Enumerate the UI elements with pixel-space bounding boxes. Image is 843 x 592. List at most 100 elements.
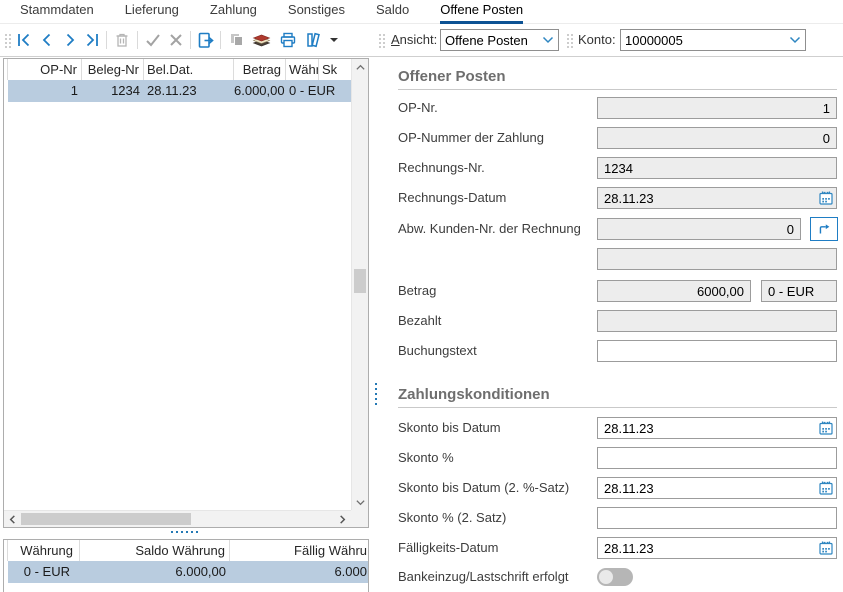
rechnungs-nr-field[interactable] <box>597 157 837 179</box>
konto-combobox[interactable]: 10000005 <box>620 29 806 51</box>
bankeinzug-toggle[interactable] <box>597 568 633 586</box>
vertical-scrollbar[interactable] <box>351 59 368 511</box>
splitter-dot <box>171 531 173 533</box>
chevron-right-icon <box>337 514 348 525</box>
skonto-prozent-2-field[interactable] <box>597 507 837 529</box>
cell-beleg-nr: 1234 <box>82 80 144 102</box>
nav-prev-button[interactable] <box>36 29 58 51</box>
ansicht-combobox[interactable]: Offene Posten <box>440 29 559 51</box>
horizontal-scroll-thumb[interactable] <box>21 513 191 525</box>
section-title-zahlungskonditionen: Zahlungskonditionen <box>398 386 550 403</box>
vertical-scroll-thumb[interactable] <box>354 269 366 293</box>
chevron-down-icon <box>542 36 554 44</box>
horizontal-splitter[interactable] <box>171 531 198 533</box>
nav-last-button[interactable] <box>81 29 103 51</box>
rebook-icon <box>197 31 216 50</box>
column-header-betrag[interactable]: Betrag <box>234 59 286 80</box>
column-header-saldo-waehrung[interactable]: Saldo Währung <box>80 540 230 561</box>
tab-stammdaten[interactable]: Stammdaten <box>20 0 94 24</box>
saldo-header-row: Währung Saldo Währung Fällig Währu <box>4 540 368 561</box>
abw-kunden-name-field[interactable] <box>597 248 837 270</box>
toolbar-grip[interactable] <box>4 33 12 48</box>
splitter-dot <box>196 531 198 533</box>
column-header-sk[interactable]: Sk <box>319 59 353 80</box>
calendar-icon[interactable] <box>816 188 836 208</box>
nav-next-icon <box>61 31 79 49</box>
tab-sonstiges[interactable]: Sonstiges <box>288 0 345 24</box>
konto-label: Konto: <box>578 24 616 56</box>
skonto-bis-datum-2-field[interactable] <box>598 481 816 496</box>
ansicht-grip[interactable] <box>378 33 386 48</box>
reports-button[interactable] <box>303 29 325 51</box>
rebook-button[interactable] <box>195 29 217 51</box>
skonto-prozent-field[interactable] <box>597 447 837 469</box>
calendar-icon[interactable] <box>816 478 836 498</box>
column-header-waehr[interactable]: Währ. <box>286 59 319 80</box>
betrag-waehrung-field[interactable] <box>761 280 837 302</box>
toolbar-dropdown-caret[interactable] <box>330 38 338 42</box>
op-nummer-zahlung-field[interactable] <box>597 127 837 149</box>
saldo-row-selected[interactable]: 0 - EUR 6.000,00 6.000 <box>4 561 368 583</box>
calendar-icon[interactable] <box>816 418 836 438</box>
scroll-down-button[interactable] <box>352 494 369 511</box>
op-nr-field[interactable] <box>597 97 837 119</box>
jump-to-account-button[interactable] <box>810 217 838 241</box>
rechnungs-datum-field[interactable] <box>598 191 816 206</box>
trash-icon <box>113 31 131 49</box>
print-stack-button[interactable] <box>250 29 272 51</box>
copy-button[interactable] <box>226 29 248 51</box>
bezahlt-field[interactable] <box>597 310 837 332</box>
splitter-dot <box>375 393 377 395</box>
column-header-bel-dat[interactable]: Bel.Dat. <box>144 59 234 80</box>
scroll-left-button[interactable] <box>4 511 21 528</box>
cell-waehrung: 0 - EUR <box>8 561 80 583</box>
bezahlt-label: Bezahlt <box>398 310 441 332</box>
cell-betrag: 6.000,00 <box>234 80 286 102</box>
column-header-waehrung[interactable]: Währung <box>8 540 80 561</box>
calendar-icon[interactable] <box>816 538 836 558</box>
skonto-bis-datum-fieldwrap <box>597 417 837 439</box>
toolbar: Ansicht: Offene Posten Konto: 10000005 <box>0 24 843 57</box>
scroll-up-button[interactable] <box>352 59 369 76</box>
tab-offene-posten[interactable]: Offene Posten <box>440 0 523 24</box>
column-header-op-nr[interactable]: OP-Nr <box>8 59 82 80</box>
grid-row-selected[interactable]: 1 1234 28.11.23 6.000,00 0 - EUR <box>4 80 368 102</box>
section-rule <box>398 89 837 90</box>
nav-next-button[interactable] <box>59 29 81 51</box>
splitter-dot <box>375 383 377 385</box>
chevron-up-icon <box>355 62 366 73</box>
skonto-bis-datum-field[interactable] <box>598 421 816 436</box>
skonto-bis-datum-label: Skonto bis Datum <box>398 417 501 439</box>
toolbar-separator <box>190 31 191 49</box>
ansicht-accel: A <box>391 32 400 47</box>
column-header-beleg-nr[interactable]: Beleg-Nr <box>82 59 144 80</box>
column-header-faellig-waehrung[interactable]: Fällig Währu <box>230 540 368 561</box>
rechnungs-nr-label: Rechnungs-Nr. <box>398 157 485 179</box>
printer-icon <box>279 31 297 49</box>
tab-lieferung[interactable]: Lieferung <box>125 0 179 24</box>
print-button[interactable] <box>277 29 299 51</box>
tab-zahlung[interactable]: Zahlung <box>210 0 257 24</box>
scrollbar-corner <box>351 510 368 527</box>
konto-grip[interactable] <box>566 33 574 48</box>
delete-button[interactable] <box>111 29 133 51</box>
betrag-field[interactable] <box>597 280 751 302</box>
toolbar-separator <box>220 31 221 49</box>
nav-first-button[interactable] <box>13 29 35 51</box>
vertical-splitter[interactable] <box>375 383 377 405</box>
jump-arrow-icon <box>816 221 832 237</box>
scroll-right-button[interactable] <box>334 511 351 528</box>
abw-kunden-nr-field[interactable] <box>597 218 801 240</box>
tab-saldo[interactable]: Saldo <box>376 0 409 24</box>
tab-strip: Stammdaten Lieferung Zahlung Sonstiges S… <box>0 0 843 24</box>
konto-value: 10000005 <box>625 33 789 48</box>
confirm-button[interactable] <box>142 29 164 51</box>
print-stack-icon <box>251 32 272 49</box>
cell-op-nr: 1 <box>8 80 82 102</box>
splitter-dot <box>375 398 377 400</box>
faelligkeits-datum-field[interactable] <box>598 541 816 556</box>
skonto-prozent-label: Skonto % <box>398 447 454 469</box>
cancel-button[interactable] <box>165 29 187 51</box>
horizontal-scrollbar[interactable] <box>4 510 351 527</box>
buchungstext-field[interactable] <box>597 340 837 362</box>
